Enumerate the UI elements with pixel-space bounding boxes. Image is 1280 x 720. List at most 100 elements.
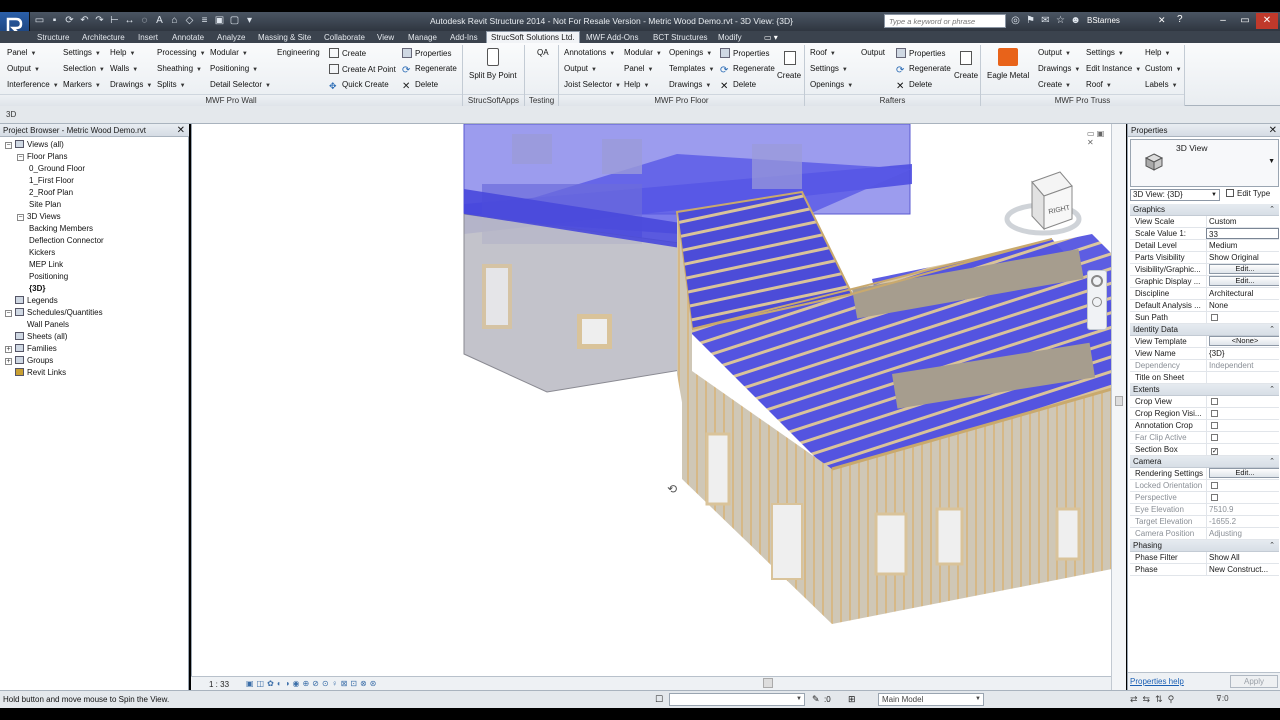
wall-modular-dropdown[interactable]: Modular ▼ bbox=[210, 48, 248, 57]
rafters-properties-button[interactable]: Properties bbox=[896, 48, 945, 58]
property-group-header[interactable]: Camera ⌃ bbox=[1130, 456, 1279, 468]
property-group-header[interactable]: Identity Data ⌃ bbox=[1130, 324, 1279, 336]
default-3d-view-icon[interactable]: ⌂ bbox=[169, 15, 180, 26]
open-icon[interactable]: ▭ bbox=[34, 15, 45, 26]
property-value[interactable] bbox=[1206, 432, 1279, 443]
browser-item[interactable]: Positioning bbox=[29, 271, 68, 282]
browser-item[interactable]: 0_Ground Floor bbox=[29, 163, 85, 174]
property-value[interactable] bbox=[1206, 420, 1279, 431]
measure-icon[interactable]: ⊢ bbox=[109, 15, 120, 26]
wall-drawings-dropdown[interactable]: Drawings ▼ bbox=[110, 80, 152, 89]
wall-properties-button[interactable]: Properties bbox=[402, 48, 451, 58]
browser-item[interactable]: 1_First Floor bbox=[29, 175, 74, 186]
design-option-dropdown[interactable]: Main Model ▼ bbox=[878, 693, 984, 706]
wall-output-dropdown[interactable]: Output ▼ bbox=[7, 64, 40, 73]
rafters-roof-dropdown[interactable]: Roof ▼ bbox=[810, 48, 836, 57]
tab-massing-site[interactable]: Massing & Site bbox=[254, 32, 315, 43]
wall-processing-dropdown[interactable]: Processing ▼ bbox=[157, 48, 206, 57]
truss-create-dropdown[interactable]: Create ▼ bbox=[1038, 80, 1071, 89]
apply-button[interactable]: Apply bbox=[1230, 675, 1278, 688]
browser-item[interactable]: {3D} bbox=[29, 283, 45, 294]
vertical-scroll-thumb[interactable] bbox=[1115, 396, 1123, 406]
section-icon[interactable]: ◇ bbox=[184, 15, 195, 26]
floor-create-button[interactable]: Create bbox=[777, 71, 801, 80]
instance-selector[interactable]: 3D View: {3D} ▼ bbox=[1130, 189, 1220, 201]
binoculars-icon[interactable]: ◎ bbox=[1010, 15, 1021, 26]
floor-openings-dropdown[interactable]: Openings ▼ bbox=[669, 48, 712, 57]
text-icon[interactable]: A bbox=[154, 15, 165, 26]
property-checkbox[interactable] bbox=[1211, 482, 1218, 489]
property-value[interactable] bbox=[1206, 492, 1279, 503]
view-cube[interactable]: RIGHT bbox=[1004, 171, 1082, 236]
expand-icon[interactable]: + bbox=[5, 346, 12, 353]
worksets-icon[interactable]: ☐ bbox=[655, 694, 663, 705]
user-icon[interactable]: ☻ bbox=[1070, 15, 1081, 26]
view-window-controls[interactable]: ▭ ▣ ✕ bbox=[1087, 129, 1111, 147]
view-control-icons[interactable]: ▣◫✿◐◑◉⊕⊘⊙♀⊠⊡⊗⊛ bbox=[246, 679, 379, 688]
selection-filter-icon[interactable]: ⊽:0 bbox=[1216, 694, 1229, 703]
property-checkbox[interactable] bbox=[1211, 314, 1218, 321]
close-hidden-windows-icon[interactable]: ▣ bbox=[214, 15, 225, 26]
tab-add-ins[interactable]: Add-Ins bbox=[446, 32, 482, 43]
collapse-icon[interactable]: − bbox=[17, 154, 24, 161]
property-value[interactable] bbox=[1206, 312, 1279, 323]
wall-engineering-button[interactable]: Engineering bbox=[277, 48, 320, 57]
property-checkbox[interactable] bbox=[1211, 494, 1218, 501]
communication-icon[interactable]: ✉ bbox=[1040, 15, 1051, 26]
floor-output-dropdown[interactable]: Output ▼ bbox=[564, 64, 597, 73]
collapse-icon[interactable]: − bbox=[5, 142, 12, 149]
wall-create-button[interactable]: Create bbox=[329, 48, 366, 58]
browser-item[interactable]: Site Plan bbox=[29, 199, 61, 210]
switch-windows-icon[interactable]: ▢ bbox=[229, 15, 240, 26]
property-value[interactable]: Show All bbox=[1206, 552, 1279, 563]
wall-markers-dropdown[interactable]: Markers ▼ bbox=[63, 80, 101, 89]
wall-positioning-dropdown[interactable]: Positioning ▼ bbox=[210, 64, 258, 73]
collapse-icon[interactable]: − bbox=[5, 310, 12, 317]
vertical-scrollbar[interactable] bbox=[1111, 124, 1126, 690]
property-value[interactable]: Medium bbox=[1206, 240, 1279, 251]
split-by-point-button[interactable]: Split By Point bbox=[469, 71, 517, 80]
property-value[interactable]: {3D} bbox=[1206, 348, 1279, 359]
property-value[interactable]: Edit... bbox=[1206, 276, 1279, 287]
user-name[interactable]: BStarnes bbox=[1087, 16, 1120, 25]
property-checkbox[interactable] bbox=[1211, 422, 1218, 429]
tab-strucsoft-solutions[interactable]: StrucSoft Solutions Ltd. bbox=[486, 31, 580, 43]
browser-item[interactable]: − Views (all) bbox=[5, 139, 64, 150]
sync-icon[interactable]: ⟳ bbox=[64, 15, 75, 26]
wall-detail-selector-dropdown[interactable]: Detail Selector ▼ bbox=[210, 80, 271, 89]
truss-help-dropdown[interactable]: Help ▼ bbox=[1145, 48, 1170, 57]
selection-option-icons[interactable]: ⇄⇆⇅⚲ bbox=[1130, 694, 1179, 705]
rafters-regenerate-button[interactable]: ⟳ Regenerate bbox=[896, 64, 951, 76]
tab-insert[interactable]: Insert bbox=[134, 32, 162, 43]
property-checkbox[interactable] bbox=[1211, 410, 1218, 417]
property-value[interactable]: Edit... bbox=[1206, 468, 1279, 479]
property-value[interactable] bbox=[1206, 480, 1279, 491]
maximize-button[interactable]: ▭ bbox=[1234, 13, 1256, 29]
truss-drawings-dropdown[interactable]: Drawings ▼ bbox=[1038, 64, 1080, 73]
property-value[interactable]: Show Original bbox=[1206, 252, 1279, 263]
wall-regenerate-button[interactable]: ⟳ Regenerate bbox=[402, 64, 457, 76]
view-scale-label[interactable]: 1 : 33 bbox=[209, 680, 229, 689]
rafters-output-button[interactable]: Output bbox=[861, 48, 885, 57]
property-group-header[interactable]: Graphics ⌃ bbox=[1130, 204, 1279, 216]
steering-wheel-icon[interactable] bbox=[1091, 275, 1103, 287]
property-edit-button[interactable]: Edit... bbox=[1209, 264, 1279, 274]
browser-item[interactable]: Kickers bbox=[29, 247, 55, 258]
browser-item[interactable]: 2_Roof Plan bbox=[29, 187, 73, 198]
property-value[interactable]: Architectural bbox=[1206, 288, 1279, 299]
property-value[interactable] bbox=[1206, 396, 1279, 407]
tab-architecture[interactable]: Architecture bbox=[78, 32, 129, 43]
floor-panel-dropdown[interactable]: Panel ▼ bbox=[624, 64, 653, 73]
wall-panel-dropdown[interactable]: Panel ▼ bbox=[7, 48, 36, 57]
truss-labels-dropdown[interactable]: Labels ▼ bbox=[1145, 80, 1178, 89]
property-value[interactable]: New Construct... bbox=[1206, 564, 1279, 575]
browser-item[interactable]: + Groups bbox=[5, 355, 53, 366]
browser-item[interactable]: MEP Link bbox=[29, 259, 63, 270]
truss-output-dropdown[interactable]: Output ▼ bbox=[1038, 48, 1071, 57]
wall-splits-dropdown[interactable]: Splits ▼ bbox=[157, 80, 186, 89]
expand-icon[interactable]: + bbox=[5, 358, 12, 365]
collapse-icon[interactable]: − bbox=[17, 214, 24, 221]
close-icon[interactable]: ✕ bbox=[1269, 124, 1277, 137]
tab-structure[interactable]: Structure bbox=[33, 32, 73, 43]
help-icon[interactable]: ? bbox=[1177, 14, 1183, 25]
